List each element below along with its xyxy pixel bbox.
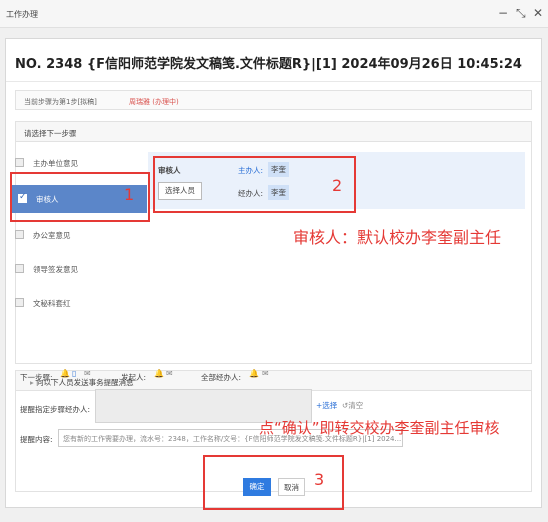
annotation-note-1: 审核人：默认校办李奎副主任 [293, 228, 502, 247]
annotation-box-2 [153, 156, 356, 213]
next-step-header: 请选择下一步骤 [16, 122, 531, 142]
annotation-note-2: 点“确认”即转交校办李奎副主任审核 [259, 419, 500, 437]
annotation-number-2: 2 [332, 176, 343, 195]
step-option-office-opinion[interactable]: 办公室意见 [9, 221, 138, 248]
current-step-bar: 当前步骤为第1步[拟稿] 周瑞雅 (办理中) [15, 90, 532, 110]
window-title: 工作办理 [6, 10, 38, 19]
step-option-label: 主办单位意见 [33, 159, 78, 168]
notify-header: ▸ 向以下人员发送事务提醒消息 [16, 371, 531, 391]
initiator-label: 发起人: [121, 373, 147, 382]
clear-link[interactable]: ↺清空 [342, 400, 363, 411]
step-option-red-header[interactable]: 文秘科套红 [9, 289, 138, 316]
step-option-label: 领导签发意见 [33, 265, 78, 274]
checkbox[interactable] [15, 230, 24, 239]
restore-icon[interactable]: ⤡ [516, 6, 526, 21]
bell-icon[interactable]: 🔔 [154, 369, 164, 378]
mobile-icon[interactable]: ▯ [72, 369, 76, 378]
current-step-label: 当前步骤为第1步[拟稿] [24, 98, 97, 106]
next-step-notify-label: 下一步骤: [20, 373, 53, 382]
checkbox[interactable] [15, 264, 24, 273]
select-link[interactable]: +选择 [316, 400, 337, 411]
annotation-number-3: 3 [314, 470, 325, 489]
checkbox[interactable] [15, 298, 24, 307]
content-label: 提醒内容: [20, 435, 53, 444]
mail-icon[interactable]: ✉ [166, 369, 173, 378]
mail-icon[interactable]: ✉ [262, 369, 269, 378]
minimize-icon[interactable]: − [498, 6, 508, 20]
specify-handler-label: 提醒指定步骤经办人: [20, 405, 91, 414]
divider [6, 81, 541, 82]
bell-icon[interactable]: 🔔 [249, 369, 259, 378]
current-step-user: 周瑞雅 (办理中) [129, 98, 179, 106]
step-option-leader-sign[interactable]: 领导签发意见 [9, 255, 138, 282]
step-option-label: 文秘科套红 [33, 299, 71, 308]
step-option-label: 办公室意见 [33, 231, 71, 240]
mail-icon[interactable]: ✉ [84, 369, 91, 378]
page-title: NO. 2348 {F信阳师范学院发文稿笺.文件标题R}|[1] 2024年09… [15, 57, 522, 72]
checkbox[interactable] [15, 158, 24, 167]
window-titlebar: 工作办理 − ⤡ ✕ [0, 0, 548, 28]
close-icon[interactable]: ✕ [533, 6, 543, 20]
all-handlers-label: 全部经办人: [201, 373, 242, 382]
bell-icon[interactable]: 🔔 [60, 369, 70, 378]
annotation-number-1: 1 [124, 185, 135, 204]
